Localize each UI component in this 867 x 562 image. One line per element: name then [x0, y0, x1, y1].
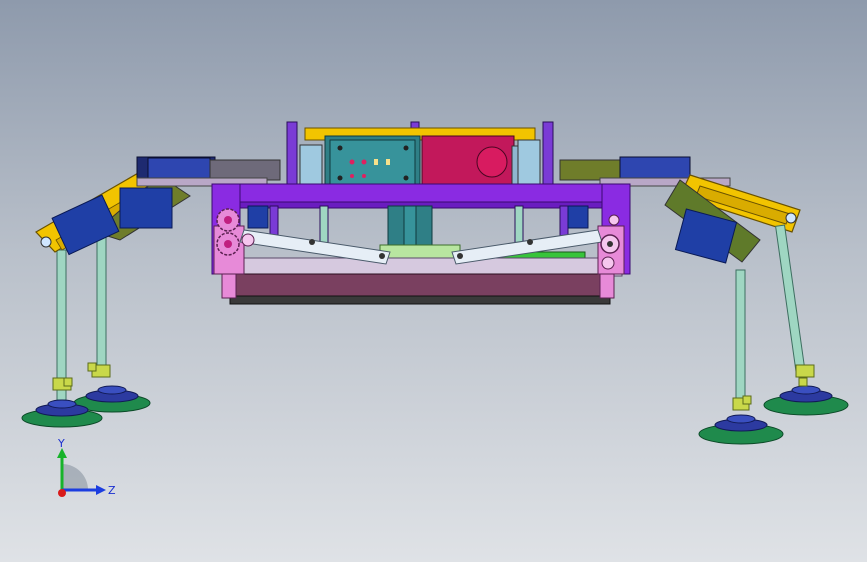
right-arm: [559, 156, 801, 264]
z-axis-label: Z: [108, 484, 116, 497]
center-body: [211, 121, 631, 305]
triad-origin: [58, 489, 66, 497]
gripper-assembly-model[interactable]: [0, 0, 867, 562]
y-axis-label: Y: [57, 438, 65, 450]
left-rear-leg: [73, 224, 151, 413]
leg-fittings: [63, 362, 808, 405]
z-axis-arrow: [96, 485, 106, 495]
triad-quadrant: [62, 464, 88, 490]
orientation-triad[interactable]: Y Z: [40, 438, 120, 508]
cad-viewport[interactable]: Y Z: [0, 0, 867, 562]
right-rear-leg: [763, 224, 849, 416]
right-front-leg: [698, 269, 784, 445]
